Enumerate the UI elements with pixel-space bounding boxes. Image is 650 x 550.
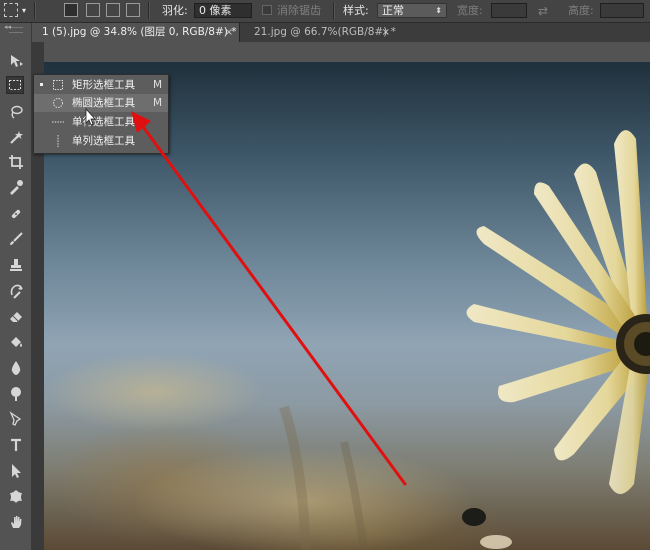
style-select-value: 正常 [382,4,404,17]
flyout-item-label: 矩形选框工具 [72,79,135,91]
document-tab-bar: 1 (5).jpg @ 34.8% (图层 0, RGB/8#) * × 21.… [32,23,650,43]
type-tool-icon[interactable] [7,436,25,454]
height-input[interactable] [600,3,644,18]
canvas-pasteboard [44,42,650,62]
marquee-tools-flyout: 矩形选框工具 M 椭圆选框工具 M 单行选框工具 单列选框工具 [33,74,169,154]
flyout-item-label: 单行选框工具 [72,116,135,128]
document-tab-2[interactable]: 21.jpg @ 66.7%(RGB/8#) * × [244,23,396,42]
magic-wand-icon[interactable] [7,128,25,146]
document-tab-label: 1 (5).jpg @ 34.8% (图层 0, RGB/8#) * [42,26,237,38]
history-brush-icon[interactable] [7,282,25,300]
rect-marquee-icon [53,80,63,90]
ellipse-marquee-icon [53,98,63,108]
blur-tool-icon[interactable] [7,359,25,377]
brush-tool-icon[interactable] [7,230,25,248]
style-label: 样式: [343,4,369,17]
swap-dimensions-icon[interactable]: ⇄ [538,3,548,19]
flyout-item-single-row-marquee[interactable]: 单行选框工具 [34,113,168,131]
hand-tool-icon[interactable] [7,513,25,531]
move-tool-icon[interactable] [7,52,25,70]
path-selection-icon[interactable] [7,462,25,480]
intersect-selection-icon[interactable] [126,3,140,17]
current-tool-indicator [40,83,43,86]
separator [148,2,150,19]
flyout-item-single-column-marquee[interactable]: 单列选框工具 [34,132,168,150]
select-caret-icon: ⬍ [435,6,442,15]
add-to-selection-icon[interactable] [86,3,100,17]
antialias-checkbox[interactable] [262,5,272,15]
flyout-item-ellipse-marquee[interactable]: 椭圆选框工具 M [34,94,168,112]
height-label: 高度: [568,4,594,17]
eraser-icon[interactable] [7,307,25,325]
paint-bucket-icon[interactable] [7,333,25,351]
pen-tool-icon[interactable] [7,410,25,428]
feather-label: 羽化: [162,4,188,17]
antialias-label: 消除锯齿 [277,4,321,17]
feather-input[interactable]: 0 像素 [194,3,252,18]
document-tab-1[interactable]: 1 (5).jpg @ 34.8% (图层 0, RGB/8#) * × [32,23,240,42]
healing-brush-icon[interactable] [7,205,25,223]
eyedropper-icon[interactable] [7,178,25,196]
width-input[interactable] [491,3,527,18]
lasso-tool-icon[interactable] [7,103,25,121]
collapse-panel-icon[interactable]: ◂◂ [4,23,11,31]
flyout-item-label: 单列选框工具 [72,135,135,147]
panel-grip[interactable] [9,27,23,33]
flyout-item-shortcut: M [153,97,163,109]
custom-shape-icon[interactable] [7,487,25,505]
document-tab-label: 21.jpg @ 66.7%(RGB/8#) * [254,26,396,38]
width-label: 宽度: [457,4,483,17]
single-row-marquee-icon [52,121,64,123]
options-bar: ▾ 羽化: 0 像素 消除锯齿 样式: 正常 ⬍ 宽度: ⇄ 高度: [0,0,650,23]
flyout-item-shortcut: M [153,79,163,91]
dodge-tool-icon[interactable] [7,384,25,402]
crop-tool-icon[interactable] [7,153,25,171]
separator [34,2,36,19]
clone-stamp-icon[interactable] [7,256,25,274]
close-tab-icon[interactable]: × [382,23,390,42]
marquee-tool-icon[interactable] [6,76,24,94]
subtract-from-selection-icon[interactable] [106,3,120,17]
flyout-item-rect-marquee[interactable]: 矩形选框工具 M [34,76,168,94]
new-selection-icon[interactable] [64,3,78,17]
tool-preset-icon[interactable] [4,3,18,17]
tool-preset-chevron-icon[interactable]: ▾ [22,3,26,19]
flyout-item-label: 椭圆选框工具 [72,97,135,109]
style-select[interactable]: 正常 ⬍ [377,3,447,18]
single-column-marquee-icon [57,135,59,147]
separator [333,2,335,19]
close-tab-icon[interactable]: × [225,23,233,42]
